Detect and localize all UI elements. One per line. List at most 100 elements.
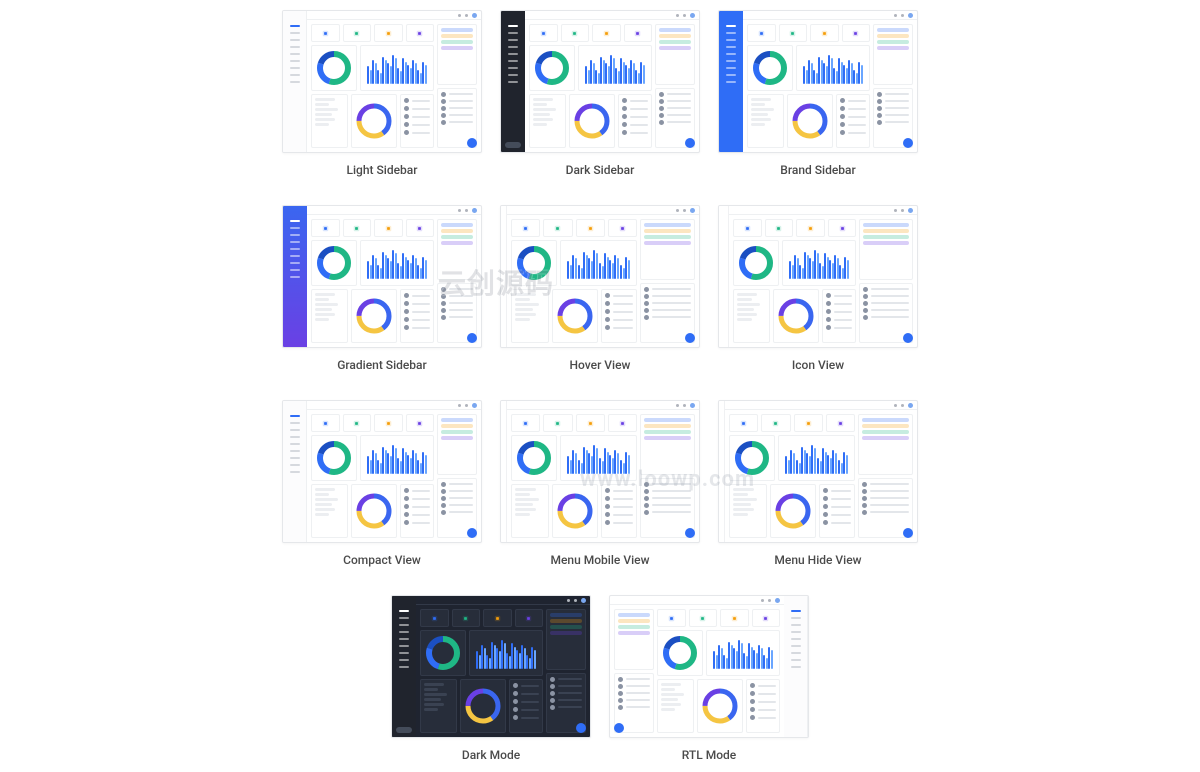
users-icon[interactable] bbox=[529, 24, 558, 42]
sidebar[interactable] bbox=[719, 11, 743, 152]
gear-icon[interactable] bbox=[901, 14, 904, 17]
users-icon[interactable] bbox=[511, 414, 540, 432]
avatar[interactable] bbox=[472, 13, 477, 18]
signal-icon[interactable] bbox=[624, 24, 653, 42]
chart-icon[interactable] bbox=[779, 24, 808, 42]
box-icon[interactable] bbox=[576, 414, 605, 432]
avatar[interactable] bbox=[775, 598, 780, 603]
chart-icon[interactable] bbox=[561, 24, 590, 42]
users-icon[interactable] bbox=[729, 414, 758, 432]
theme-thumb-gradient-sidebar[interactable] bbox=[282, 205, 482, 348]
bell-icon[interactable] bbox=[761, 599, 764, 602]
bell-icon[interactable] bbox=[676, 209, 679, 212]
avatar[interactable] bbox=[472, 208, 477, 213]
signal-icon[interactable] bbox=[406, 219, 435, 237]
gear-icon[interactable] bbox=[465, 209, 468, 212]
box-icon[interactable] bbox=[796, 219, 825, 237]
avatar[interactable] bbox=[690, 208, 695, 213]
avatar[interactable] bbox=[908, 403, 913, 408]
theme-thumb-hover-view[interactable] bbox=[500, 205, 700, 348]
users-icon[interactable] bbox=[511, 219, 540, 237]
theme-thumb-light-sidebar[interactable] bbox=[282, 10, 482, 153]
theme-thumb-dark-sidebar[interactable] bbox=[500, 10, 700, 153]
box-icon[interactable] bbox=[374, 24, 403, 42]
gear-icon[interactable] bbox=[683, 209, 686, 212]
gear-icon[interactable] bbox=[574, 599, 577, 602]
theme-thumb-brand-sidebar[interactable] bbox=[718, 10, 918, 153]
chart-icon[interactable] bbox=[343, 414, 372, 432]
sidebar[interactable] bbox=[784, 596, 808, 737]
sidebar[interactable] bbox=[283, 206, 307, 347]
gear-icon[interactable] bbox=[465, 14, 468, 17]
signal-icon[interactable] bbox=[752, 609, 781, 627]
gear-icon[interactable] bbox=[768, 599, 771, 602]
bell-icon[interactable] bbox=[458, 209, 461, 212]
theme-thumb-rtl-mode[interactable] bbox=[609, 595, 809, 738]
bell-icon[interactable] bbox=[567, 599, 570, 602]
fab-button[interactable] bbox=[467, 528, 477, 538]
fab-button[interactable] bbox=[576, 723, 586, 733]
users-icon[interactable] bbox=[420, 609, 449, 627]
chart-icon[interactable] bbox=[343, 24, 372, 42]
gear-icon[interactable] bbox=[901, 209, 904, 212]
chart-icon[interactable] bbox=[761, 414, 790, 432]
gear-icon[interactable] bbox=[465, 404, 468, 407]
gear-icon[interactable] bbox=[901, 404, 904, 407]
signal-icon[interactable] bbox=[515, 609, 544, 627]
gear-icon[interactable] bbox=[683, 404, 686, 407]
box-icon[interactable] bbox=[374, 219, 403, 237]
box-icon[interactable] bbox=[810, 24, 839, 42]
box-icon[interactable] bbox=[576, 219, 605, 237]
theme-thumb-dark-mode[interactable] bbox=[391, 595, 591, 738]
signal-icon[interactable] bbox=[406, 414, 435, 432]
signal-icon[interactable] bbox=[406, 24, 435, 42]
fab-button[interactable] bbox=[467, 138, 477, 148]
chart-icon[interactable] bbox=[689, 609, 718, 627]
chart-icon[interactable] bbox=[343, 219, 372, 237]
fab-button[interactable] bbox=[685, 333, 695, 343]
users-icon[interactable] bbox=[747, 24, 776, 42]
fab-button[interactable] bbox=[467, 333, 477, 343]
theme-thumb-menu-hide-view[interactable] bbox=[718, 400, 918, 543]
box-icon[interactable] bbox=[483, 609, 512, 627]
chart-icon[interactable] bbox=[452, 609, 481, 627]
chart-icon[interactable] bbox=[543, 414, 572, 432]
signal-icon[interactable] bbox=[608, 219, 637, 237]
theme-thumb-menu-mobile-view[interactable] bbox=[500, 400, 700, 543]
bell-icon[interactable] bbox=[894, 14, 897, 17]
signal-icon[interactable] bbox=[826, 414, 855, 432]
signal-icon[interactable] bbox=[608, 414, 637, 432]
bell-icon[interactable] bbox=[676, 404, 679, 407]
avatar[interactable] bbox=[908, 13, 913, 18]
fab-button[interactable] bbox=[903, 138, 913, 148]
avatar[interactable] bbox=[472, 403, 477, 408]
sidebar[interactable] bbox=[283, 401, 307, 542]
theme-thumb-icon-view[interactable] bbox=[718, 205, 918, 348]
gear-icon[interactable] bbox=[683, 14, 686, 17]
bell-icon[interactable] bbox=[894, 209, 897, 212]
users-icon[interactable] bbox=[733, 219, 762, 237]
avatar[interactable] bbox=[581, 598, 586, 603]
sidebar[interactable] bbox=[392, 596, 416, 737]
fab-button[interactable] bbox=[685, 138, 695, 148]
sidebar[interactable] bbox=[283, 11, 307, 152]
fab-button[interactable] bbox=[614, 723, 624, 733]
avatar[interactable] bbox=[908, 208, 913, 213]
chart-icon[interactable] bbox=[543, 219, 572, 237]
avatar[interactable] bbox=[690, 403, 695, 408]
fab-button[interactable] bbox=[685, 528, 695, 538]
users-icon[interactable] bbox=[657, 609, 686, 627]
sidebar[interactable] bbox=[719, 206, 729, 347]
users-icon[interactable] bbox=[311, 414, 340, 432]
box-icon[interactable] bbox=[720, 609, 749, 627]
avatar[interactable] bbox=[690, 13, 695, 18]
fab-button[interactable] bbox=[903, 333, 913, 343]
fab-button[interactable] bbox=[903, 528, 913, 538]
users-icon[interactable] bbox=[311, 219, 340, 237]
users-icon[interactable] bbox=[311, 24, 340, 42]
theme-thumb-compact-view[interactable] bbox=[282, 400, 482, 543]
bell-icon[interactable] bbox=[458, 404, 461, 407]
chart-icon[interactable] bbox=[765, 219, 794, 237]
bell-icon[interactable] bbox=[894, 404, 897, 407]
box-icon[interactable] bbox=[592, 24, 621, 42]
